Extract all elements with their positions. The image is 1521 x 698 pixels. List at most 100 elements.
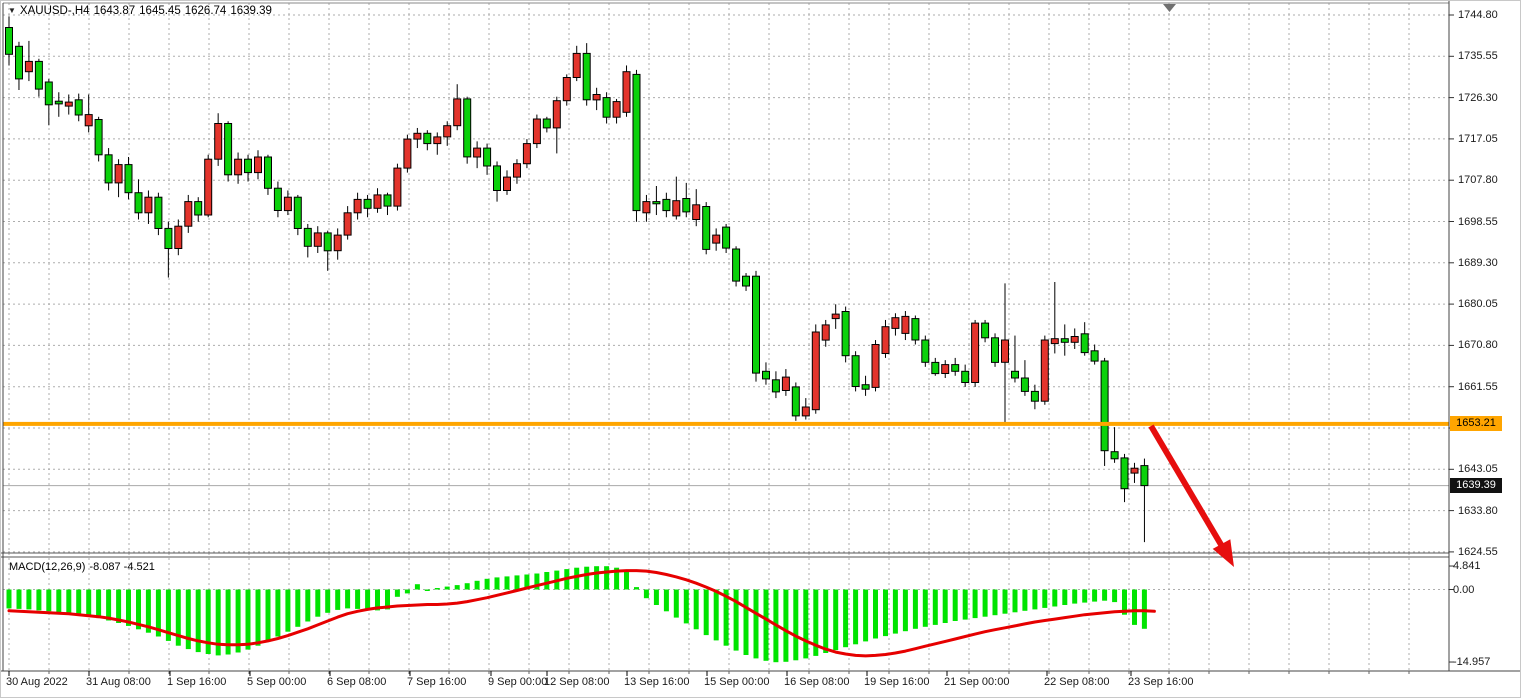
- macd-histogram-bar: [783, 590, 788, 662]
- candle: [862, 385, 869, 390]
- candle: [922, 340, 929, 362]
- candle: [284, 197, 291, 210]
- candle: [494, 166, 501, 191]
- macd-histogram-bar: [405, 590, 410, 594]
- macd-histogram-bar: [903, 590, 908, 632]
- candle: [384, 195, 391, 206]
- candle: [553, 101, 560, 128]
- macd-histogram-bar: [893, 590, 898, 634]
- macd-histogram-bar: [873, 590, 878, 639]
- candle: [135, 193, 142, 213]
- candle: [434, 137, 441, 144]
- candle: [1071, 337, 1078, 343]
- candle: [723, 227, 730, 248]
- candle: [583, 53, 590, 99]
- macd-histogram-bar: [584, 567, 589, 590]
- macd-histogram-bar: [1112, 590, 1117, 603]
- macd-histogram-bar: [415, 584, 420, 589]
- macd-histogram-bar: [594, 566, 599, 589]
- arrow-shaft[interactable]: [1151, 426, 1223, 548]
- candle: [932, 362, 939, 373]
- macd-signal-line: [9, 571, 1154, 656]
- candle: [85, 115, 92, 126]
- candle: [782, 377, 789, 390]
- candle: [1061, 339, 1068, 343]
- candle: [523, 144, 530, 164]
- candle: [1131, 468, 1138, 473]
- candle: [314, 233, 321, 246]
- candle: [673, 201, 680, 216]
- macd-histogram-bar: [96, 590, 101, 619]
- macd-histogram-bar: [355, 590, 360, 609]
- macd-histogram-bar: [395, 590, 400, 597]
- candle: [613, 102, 620, 118]
- candle: [464, 99, 471, 157]
- candle: [274, 188, 281, 210]
- macd-histogram-bar: [485, 579, 490, 590]
- candle: [55, 101, 62, 104]
- macd-histogram-bar: [883, 590, 888, 637]
- candle: [872, 345, 879, 388]
- macd-histogram-bar: [764, 590, 769, 661]
- candle: [225, 124, 232, 175]
- candle: [623, 72, 630, 113]
- macd-histogram-bar: [7, 590, 12, 609]
- chart-canvas[interactable]: [1, 1, 1521, 698]
- macd-histogram-bar: [833, 590, 838, 651]
- candle: [344, 213, 351, 235]
- candle: [414, 133, 421, 139]
- chart-shift-marker-icon[interactable]: [1163, 4, 1176, 12]
- macd-histogram-bar: [36, 590, 41, 611]
- candle: [324, 233, 331, 251]
- orange-horizontal-line[interactable]: [3, 422, 1449, 426]
- down-trend-arrow[interactable]: [1151, 426, 1234, 567]
- macd-histogram-bar: [26, 590, 31, 610]
- candle: [215, 124, 222, 160]
- candle: [633, 74, 640, 210]
- macd-histogram-bar: [1102, 590, 1107, 601]
- macd-histogram-bar: [644, 590, 649, 599]
- candle: [235, 159, 242, 175]
- macd-histogram-bar: [86, 590, 91, 617]
- candle: [1141, 466, 1148, 486]
- candle: [743, 276, 750, 286]
- candle: [45, 82, 52, 105]
- macd-histogram-bar: [674, 590, 679, 618]
- candle: [125, 165, 132, 193]
- candle: [643, 202, 650, 213]
- candle: [115, 165, 122, 183]
- candle: [593, 95, 600, 100]
- candle: [105, 155, 112, 183]
- macd-histogram-bar: [973, 590, 978, 619]
- candle: [902, 316, 909, 333]
- macd-histogram-bar: [106, 590, 111, 621]
- candle: [265, 157, 272, 188]
- candle: [982, 323, 989, 338]
- candle: [454, 99, 461, 126]
- macd-histogram-bar: [714, 590, 719, 641]
- macd-histogram-bar: [17, 590, 22, 609]
- macd-histogram-bar: [365, 590, 370, 610]
- candle: [304, 228, 311, 246]
- macd-histogram-bar: [993, 590, 998, 616]
- candle: [992, 338, 999, 363]
- macd-histogram-bar: [256, 590, 261, 646]
- macd-histogram-bar: [664, 590, 669, 612]
- candle: [354, 199, 361, 212]
- macd-histogram-bar: [963, 590, 968, 620]
- candle: [374, 195, 381, 208]
- candle: [165, 228, 172, 248]
- macd-histogram-bar: [1042, 590, 1047, 608]
- macd-histogram-bar: [793, 590, 798, 661]
- candle: [16, 46, 23, 79]
- candle: [514, 164, 521, 177]
- macd-histogram-bar: [315, 590, 320, 617]
- macd-histogram-bar: [694, 590, 699, 630]
- macd-histogram-bar: [275, 590, 280, 637]
- candle: [35, 61, 42, 89]
- macd-histogram-bar: [455, 585, 460, 589]
- candle: [703, 207, 710, 250]
- macd-histogram-bar: [66, 590, 71, 614]
- macd-histogram-bar: [76, 590, 81, 615]
- candle: [6, 28, 13, 55]
